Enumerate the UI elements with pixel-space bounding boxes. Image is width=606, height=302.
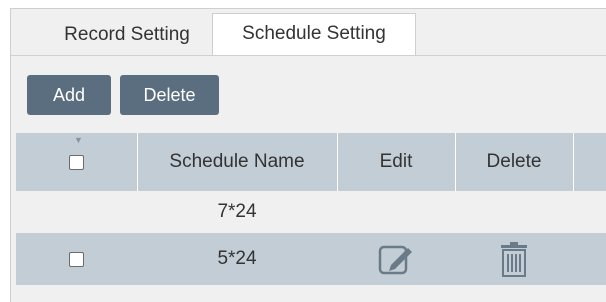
header-checkbox-cell (16, 133, 137, 191)
delete-button[interactable]: Delete (120, 75, 219, 115)
header-edit[interactable]: Edit (337, 133, 455, 191)
tab-schedule-setting[interactable]: Schedule Setting (212, 13, 416, 56)
edit-pencil-icon[interactable] (377, 241, 415, 277)
row-delete-cell (455, 233, 573, 285)
tab-bar: Record Setting Schedule Setting (11, 9, 606, 56)
schedule-panel: Record Setting Schedule Setting Add Dele… (10, 8, 606, 302)
row-checkbox-cell (16, 233, 137, 285)
row-checkbox-cell (16, 191, 137, 233)
row-checkbox[interactable] (69, 251, 84, 267)
row-schedule-name: 5*24 (217, 248, 257, 269)
select-all-checkbox[interactable] (69, 154, 84, 170)
schedule-table: ▼ Schedule Name Edit Delete 7*24 5*24 (16, 133, 606, 285)
table-header-row: ▼ Schedule Name Edit Delete (16, 133, 606, 191)
row-edit-cell (337, 233, 455, 285)
table-row[interactable]: 5*24 (16, 233, 606, 285)
row-schedule-name: 7*24 (217, 201, 257, 222)
header-delete[interactable]: Delete (455, 133, 573, 191)
tab-record-setting[interactable]: Record Setting (41, 15, 213, 55)
add-button[interactable]: Add (27, 75, 111, 115)
tab-divider (11, 55, 606, 56)
trash-icon[interactable] (497, 240, 531, 278)
table-row[interactable]: 7*24 (16, 191, 606, 233)
header-extra (573, 133, 606, 191)
header-schedule-name[interactable]: Schedule Name (137, 133, 337, 191)
